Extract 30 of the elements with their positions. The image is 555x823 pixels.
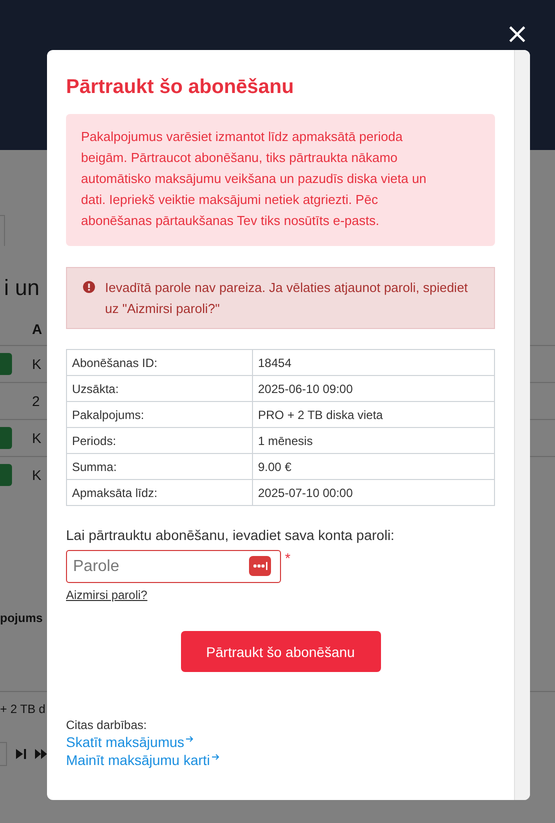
dialog-title: Pārtraukt šo abonēšanu xyxy=(66,76,295,99)
table-cell: 2 xyxy=(32,393,40,409)
table-cell: Apmaksāta līdz: xyxy=(66,480,252,506)
table-cell: 2025-07-10 00:00 xyxy=(252,480,494,506)
password-field[interactable]: Parole xyxy=(66,550,281,583)
action-link[interactable]: Skatīt maksājumus xyxy=(66,734,194,750)
table-cell: K xyxy=(32,467,42,483)
table-cell: 1 mēnesis xyxy=(252,428,494,454)
forgot-password-link[interactable]: Aizmirsi paroli? xyxy=(66,588,148,602)
column-header: A xyxy=(32,321,42,339)
table-cell: 9.00 € xyxy=(252,454,494,480)
column-header: pojums xyxy=(0,611,43,627)
table-cell: Uzsākta: xyxy=(66,376,252,402)
table-cell: Abonēšanas ID: xyxy=(66,350,252,376)
required-mark: * xyxy=(285,550,290,566)
table-cell: 18454 xyxy=(252,350,494,376)
cancel-subscription-button[interactable]: Pārtraukt šo abonēšanu xyxy=(180,631,380,672)
notice-alert: Pakalpojumus varēsiet izmantot līdz apmaksātā perioda beigām. Pārtraucot abonēšanu, tiks pārtraukta nākamo automātisko maksājumu veikšana un pazudīs diska vieta un dati. Iepriekš veiktie maksājumi netiek atgriezti. Pēc abonēšanas pārtaukšanas Tev tiks nosūtīts e-pasts. xyxy=(66,114,495,246)
field-label: Lai pārtrauktu abonēšanu, ievadiet sava konta paroli: xyxy=(66,527,396,543)
table-cell: Pakalpojums: xyxy=(66,402,252,428)
page-heading: i un xyxy=(4,275,40,302)
error-message: Ievadītā parole nav pareiza. Ja vēlaties atjaunot paroli, spiediet uz "Aizmirsi paroli?" xyxy=(105,279,469,318)
action-link[interactable]: Mainīt maksājumu karti xyxy=(66,752,220,768)
table-cell: K xyxy=(32,356,42,372)
table-cell: Summa: xyxy=(66,454,252,480)
table-cell: K xyxy=(32,430,42,446)
close-button[interactable]: × xyxy=(506,22,529,46)
table-cell: PRO + 2 TB diska vieta xyxy=(252,402,494,428)
table-cell: 2025-06-10 09:00 xyxy=(252,376,494,402)
table-cell: Periods: xyxy=(66,428,252,454)
